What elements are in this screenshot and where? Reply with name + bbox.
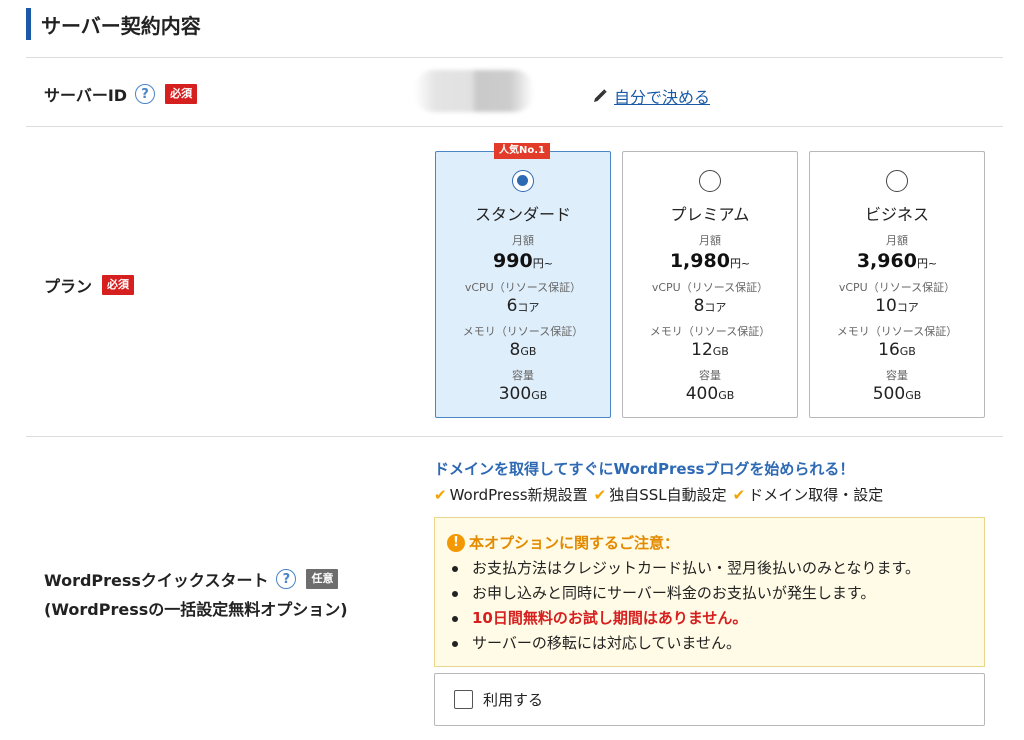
plan-radio-standard[interactable] bbox=[512, 170, 534, 192]
use-label: 利用する bbox=[483, 691, 544, 709]
disk-value: 300GB bbox=[498, 384, 548, 404]
custom-id-link[interactable]: 自分で決める bbox=[592, 84, 710, 108]
pencil-icon bbox=[594, 89, 607, 102]
disk-value: 400GB bbox=[685, 384, 735, 404]
exclamation-circle-icon: ! bbox=[447, 533, 465, 552]
disk-label: 容量 bbox=[886, 369, 908, 382]
optional-badge: 任意 bbox=[306, 569, 339, 589]
section-accent-bar bbox=[26, 8, 31, 40]
check-icon: ✔ bbox=[732, 485, 746, 504]
price-label: 月額 bbox=[512, 234, 534, 247]
memory-value: 8GB bbox=[509, 340, 537, 360]
server-id-label-group: サーバーID ? 必須 bbox=[44, 82, 198, 106]
required-badge: 必須 bbox=[102, 275, 135, 295]
use-checkbox[interactable] bbox=[454, 690, 473, 709]
divider bbox=[26, 436, 1003, 437]
divider bbox=[26, 57, 1003, 58]
price-label: 月額 bbox=[699, 234, 721, 247]
check-icon: ✔ bbox=[593, 485, 607, 504]
question-circle-icon[interactable]: ? bbox=[135, 84, 156, 104]
notice-item-warning: 10日間無料のお試し期間はありません。 bbox=[449, 606, 920, 631]
plan-card-business[interactable]: ビジネス 月額 3,960円~ vCPU（リソース保証） 10コア メモリ（リソ… bbox=[809, 151, 985, 418]
cpu-value: 10コア bbox=[875, 296, 919, 316]
wordpress-features: ✔ WordPress新規設置 ✔ 独自SSL自動設定 ✔ ドメイン取得・設定 bbox=[434, 484, 889, 505]
notice-title: ! 本オプションに関するご注意： bbox=[447, 532, 679, 553]
cpu-value: 8コア bbox=[693, 296, 727, 316]
wordpress-headline: ドメインを取得してすぐにWordPressブログを始められる！ bbox=[434, 460, 855, 478]
disk-label: 容量 bbox=[512, 369, 534, 382]
memory-label: メモリ（リソース保証） bbox=[462, 325, 584, 338]
plan-name: スタンダード bbox=[474, 205, 571, 224]
use-option-box[interactable]: 利用する bbox=[434, 673, 985, 726]
section-title: サーバー契約内容 bbox=[41, 13, 201, 38]
disk-label: 容量 bbox=[699, 369, 721, 382]
plan-card-standard[interactable]: 人気No.1 スタンダード 月額 990円~ vCPU（リソース保証） 6コア … bbox=[435, 143, 611, 418]
check-icon: ✔ bbox=[434, 485, 447, 504]
wordpress-label-group: WordPressクイックスタート ? 任意 bbox=[44, 567, 339, 591]
plan-price: 3,960円~ bbox=[856, 250, 938, 272]
cpu-value: 6コア bbox=[506, 296, 540, 316]
feature-item: 独自SSL自動設定 bbox=[609, 486, 727, 504]
notice-item: お支払方法はクレジットカード払い・翌月後払いのみとなります。 bbox=[449, 556, 920, 581]
memory-label: メモリ（リソース保証） bbox=[836, 325, 958, 338]
server-id-blurred-value bbox=[414, 70, 534, 112]
popular-badge: 人気No.1 bbox=[494, 143, 550, 159]
plan-label-group: プラン 必須 bbox=[44, 273, 135, 297]
divider bbox=[26, 126, 1003, 127]
plan-price: 990円~ bbox=[493, 250, 553, 272]
notice-list: お支払方法はクレジットカード払い・翌月後払いのみとなります。 お申し込みと同時に… bbox=[449, 556, 920, 656]
custom-id-link-text[interactable]: 自分で決める bbox=[614, 84, 710, 108]
price-label: 月額 bbox=[886, 234, 908, 247]
wordpress-label: WordPressクイックスタート bbox=[44, 571, 269, 590]
disk-value: 500GB bbox=[872, 384, 922, 404]
notice-item: サーバーの移転には対応していません。 bbox=[449, 631, 920, 656]
notice-box: ! 本オプションに関するご注意： お支払方法はクレジットカード払い・翌月後払いの… bbox=[434, 517, 985, 667]
plan-name: プレミアム bbox=[670, 205, 750, 224]
wordpress-sublabel: (WordPressの一括設定無料オプション) bbox=[44, 600, 348, 619]
plan-card-premium[interactable]: プレミアム 月額 1,980円~ vCPU（リソース保証） 8コア メモリ（リソ… bbox=[622, 151, 798, 418]
memory-label: メモリ（リソース保証） bbox=[649, 325, 771, 338]
plan-label: プラン bbox=[44, 277, 93, 296]
memory-value: 12GB bbox=[691, 340, 729, 360]
plan-name: ビジネス bbox=[864, 205, 929, 224]
section-header: サーバー契約内容 bbox=[26, 8, 201, 40]
feature-item: WordPress新規設置 bbox=[449, 486, 588, 504]
server-id-label: サーバーID bbox=[44, 86, 128, 105]
notice-item: お申し込みと同時にサーバー料金のお支払いが発生します。 bbox=[449, 581, 920, 606]
feature-item: ドメイン取得・設定 bbox=[748, 486, 884, 504]
plan-radio-premium[interactable] bbox=[699, 170, 721, 192]
memory-value: 16GB bbox=[878, 340, 916, 360]
required-badge: 必須 bbox=[165, 84, 198, 104]
question-circle-icon[interactable]: ? bbox=[276, 569, 297, 589]
plan-price: 1,980円~ bbox=[669, 250, 751, 272]
cpu-label: vCPU（リソース保証） bbox=[464, 281, 582, 294]
cpu-label: vCPU（リソース保証） bbox=[838, 281, 956, 294]
plan-radio-business[interactable] bbox=[886, 170, 908, 192]
cpu-label: vCPU（リソース保証） bbox=[651, 281, 769, 294]
